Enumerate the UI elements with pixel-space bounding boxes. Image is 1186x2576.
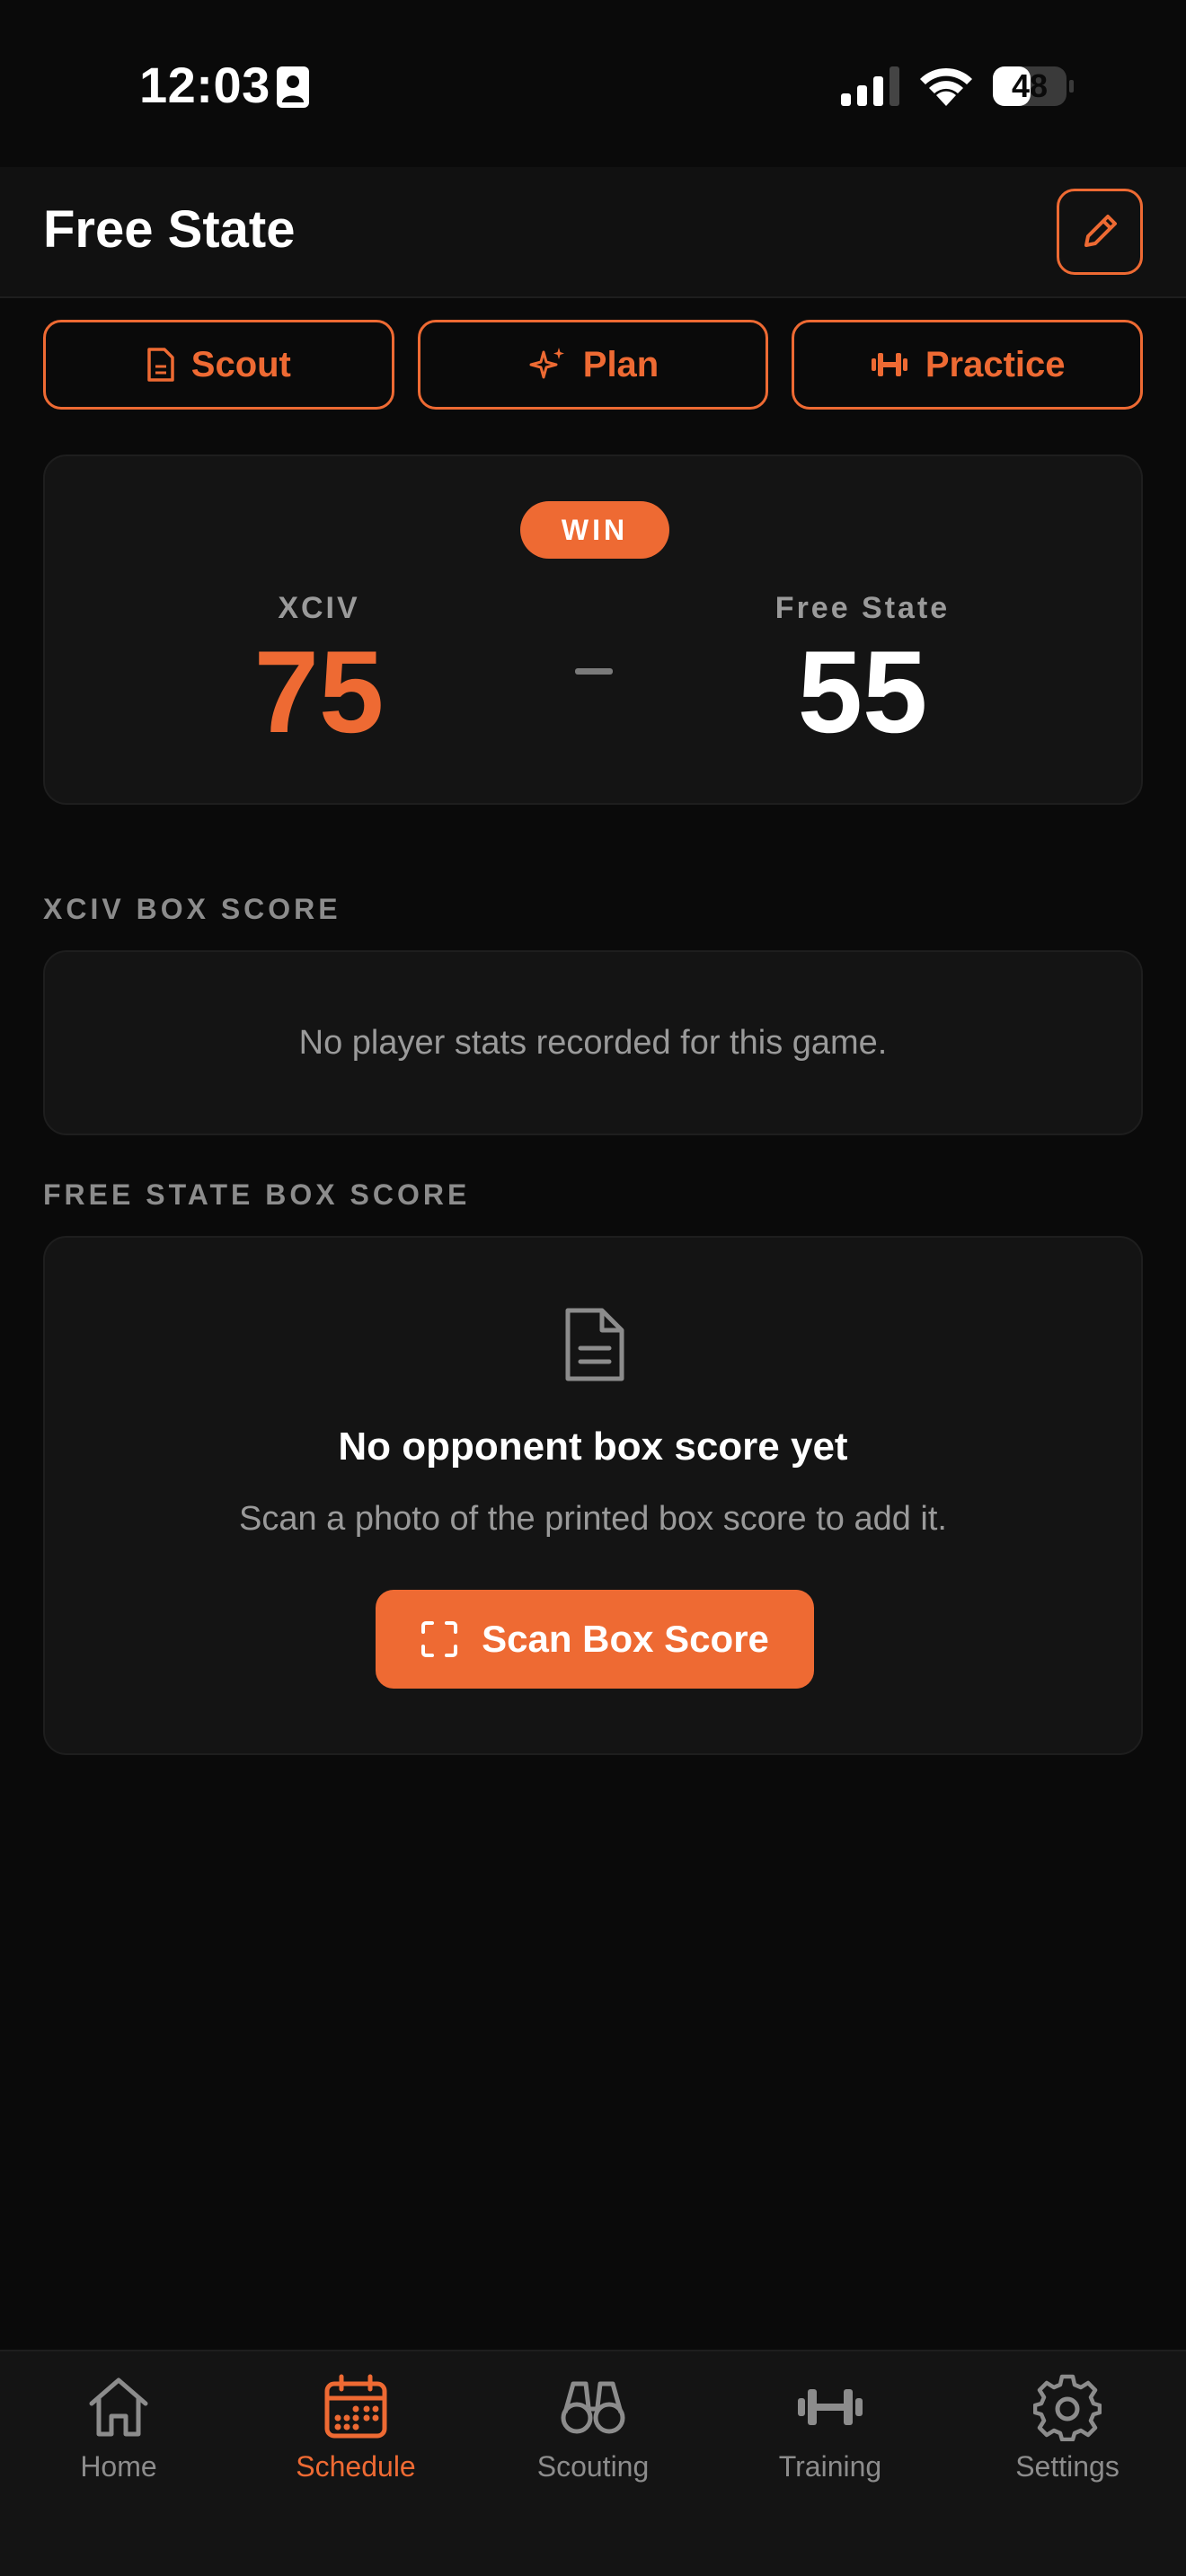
home-box-empty-text: No player stats recorded for this game. — [298, 1024, 888, 1062]
dumbbell-icon — [871, 353, 907, 376]
away-team-score: 55 — [797, 626, 928, 757]
practice-label: Practice — [925, 344, 1066, 384]
scan-frame-icon — [421, 1621, 458, 1657]
status-time: 12:03 — [139, 57, 270, 113]
home-team-score: 75 — [253, 626, 385, 757]
away-box-score-label: FREE STATE BOX SCORE — [43, 1178, 471, 1211]
wifi-icon — [920, 67, 972, 106]
action-row: Scout Plan Practice — [43, 320, 1144, 410]
scout-button[interactable]: Scout — [43, 320, 394, 410]
tab-scouting[interactable]: Scouting — [474, 2373, 712, 2499]
home-team-block: XCIV 75 — [184, 591, 454, 750]
home-icon — [89, 2378, 148, 2437]
plan-label: Plan — [582, 344, 659, 384]
home-team-name: XCIV — [278, 591, 360, 625]
home-box-score-label: XCIV BOX SCORE — [43, 893, 341, 925]
score-separator — [575, 668, 613, 675]
document-icon — [147, 348, 174, 382]
pencil-icon — [1084, 215, 1117, 247]
tab-schedule[interactable]: Schedule — [237, 2373, 474, 2499]
away-team-block: Free State 55 — [728, 591, 997, 750]
tab-bar: Home Schedule Scouting Training Settings — [0, 2350, 1186, 2576]
battery-level: 48 — [1011, 67, 1049, 104]
signal-icon — [841, 66, 899, 106]
home-box-score-card: No player stats recorded for this game. — [43, 950, 1143, 1135]
scan-box-score-button[interactable]: Scan Box Score — [376, 1590, 814, 1689]
contact-card-icon — [277, 66, 309, 108]
status-bar: 12:03 48 — [0, 0, 1186, 167]
tab-training-label: Training — [778, 2450, 882, 2483]
dumbbell-icon — [798, 2389, 863, 2425]
tab-settings-label: Settings — [1015, 2450, 1120, 2483]
away-team-name: Free State — [774, 591, 951, 625]
calendar-icon — [324, 2374, 387, 2439]
practice-button[interactable]: Practice — [792, 320, 1144, 410]
result-badge: WIN — [520, 501, 669, 559]
page-title: Free State — [43, 200, 296, 259]
gear-icon — [1033, 2374, 1102, 2441]
edit-button[interactable] — [1057, 189, 1143, 275]
document-icon — [565, 1308, 624, 1381]
scout-label: Scout — [190, 344, 291, 384]
tab-scouting-label: Scouting — [536, 2450, 650, 2483]
battery-icon: 48 — [992, 65, 1075, 108]
binoculars-icon — [561, 2381, 625, 2434]
tab-schedule-label: Schedule — [296, 2450, 416, 2483]
plan-button[interactable]: Plan — [417, 320, 769, 410]
tab-training[interactable]: Training — [712, 2373, 949, 2499]
tab-home[interactable]: Home — [0, 2373, 237, 2499]
score-card: WIN XCIV 75 Free State 55 — [43, 454, 1143, 805]
opponent-empty-subtitle: Scan a photo of the printed box score to… — [239, 1500, 947, 1538]
opponent-empty-title: No opponent box score yet — [338, 1425, 848, 1469]
header: Free State — [0, 167, 1186, 298]
tab-home-label: Home — [80, 2450, 157, 2483]
sparkles-icon — [529, 348, 564, 379]
tab-settings[interactable]: Settings — [949, 2373, 1186, 2499]
scan-box-score-label: Scan Box Score — [482, 1618, 769, 1660]
away-box-score-card: No opponent box score yet Scan a photo o… — [43, 1236, 1143, 1755]
